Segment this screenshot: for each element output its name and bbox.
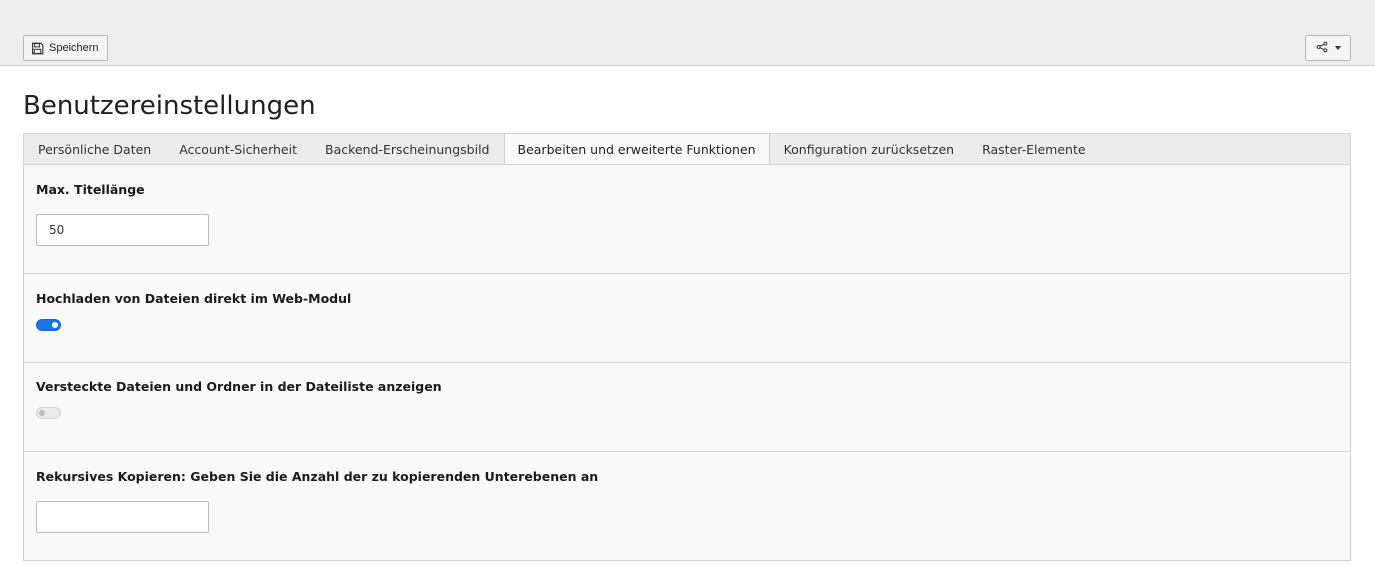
tab-grid-elements[interactable]: Raster-Elemente [968, 134, 1099, 165]
chevron-down-icon [1334, 46, 1341, 50]
recursive-copy-input[interactable] [36, 501, 209, 533]
share-dropdown-button[interactable] [1305, 35, 1351, 61]
settings-tabs: Persönliche Daten Account-Sicherheit Bac… [23, 133, 1351, 166]
show-hidden-files-toggle[interactable] [36, 407, 61, 419]
page-title: Benutzereinstellungen [23, 91, 316, 121]
upload-direct-toggle[interactable] [36, 319, 61, 331]
tab-editing-advanced[interactable]: Bearbeiten und erweiterte Funktionen [503, 133, 770, 166]
share-icon [1316, 41, 1328, 56]
toggle-knob [39, 410, 45, 416]
tab-reset-configuration[interactable]: Konfiguration zurücksetzen [770, 134, 969, 165]
tab-panel-editing-advanced: Max. Titellänge Hochladen von Dateien di… [23, 164, 1351, 561]
tab-backend-appearance[interactable]: Backend-Erscheinungsbild [311, 134, 504, 165]
recursive-copy-label: Rekursives Kopieren: Geben Sie die Anzah… [36, 469, 599, 484]
module-docheader: Speichern [0, 0, 1375, 66]
save-button-label: Speichern [49, 42, 99, 54]
setting-upload-direct: Hochladen von Dateien direkt im Web-Modu… [24, 274, 1350, 363]
save-button[interactable]: Speichern [23, 35, 108, 61]
upload-direct-label: Hochladen von Dateien direkt im Web-Modu… [36, 291, 352, 306]
tab-account-security[interactable]: Account-Sicherheit [165, 134, 311, 165]
title-length-input[interactable] [36, 214, 209, 246]
setting-recursive-copy: Rekursives Kopieren: Geben Sie die Anzah… [24, 452, 1350, 560]
setting-title-length: Max. Titellänge [24, 165, 1350, 274]
tab-personal-data[interactable]: Persönliche Daten [24, 134, 165, 165]
title-length-label: Max. Titellänge [36, 182, 145, 197]
show-hidden-files-label: Versteckte Dateien und Ordner in der Dat… [36, 379, 442, 394]
toggle-knob [52, 322, 58, 328]
floppy-disk-icon [31, 42, 44, 55]
setting-show-hidden-files: Versteckte Dateien und Ordner in der Dat… [24, 363, 1350, 452]
